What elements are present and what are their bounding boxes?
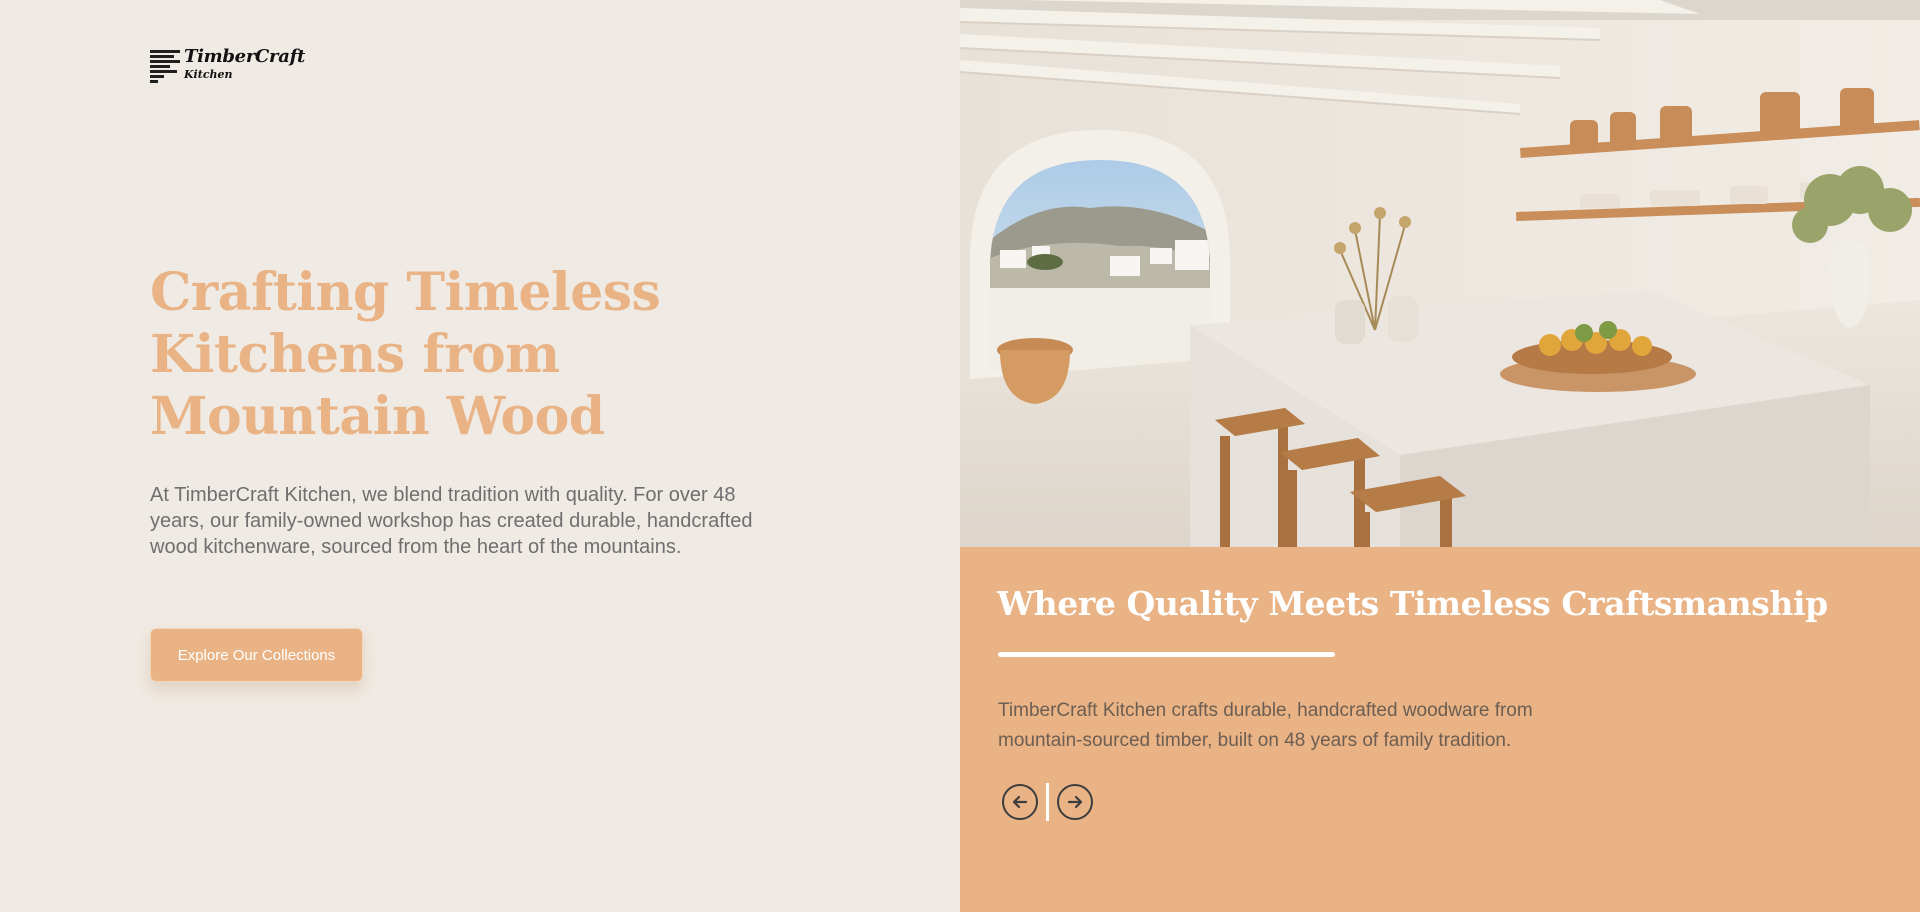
panel-title: Where Quality Meets Timeless Craftsmansh…: [997, 584, 1828, 623]
panel-description: TimberCraft Kitchen crafts durable, hand…: [998, 700, 1533, 751]
brand-name: TimberCraft: [184, 46, 306, 67]
brand-sub: Kitchen: [184, 68, 233, 81]
hero-description: At TimberCraft Kitchen, we blend traditi…: [150, 484, 753, 558]
arrow-left-circle-icon[interactable]: [1002, 784, 1038, 820]
title-underline: [998, 652, 1335, 657]
arrow-right-circle-icon[interactable]: [1057, 784, 1093, 820]
logo-lines-icon: [150, 50, 180, 83]
explore-collections-button[interactable]: Explore Our Collections: [150, 628, 363, 682]
left-hero-section: TimberCraft Kitchen Crafting Timeless Ki…: [0, 0, 960, 912]
kitchen-photo: [960, 0, 1920, 547]
hero-title: Crafting Timeless Kitchens from Mountain…: [150, 262, 661, 447]
brand-logo[interactable]: TimberCraft Kitchen: [150, 46, 306, 83]
nav-divider: [1046, 783, 1049, 821]
right-feature-section: Where Quality Meets Timeless Craftsmansh…: [960, 0, 1920, 912]
carousel-nav: [1002, 783, 1093, 821]
